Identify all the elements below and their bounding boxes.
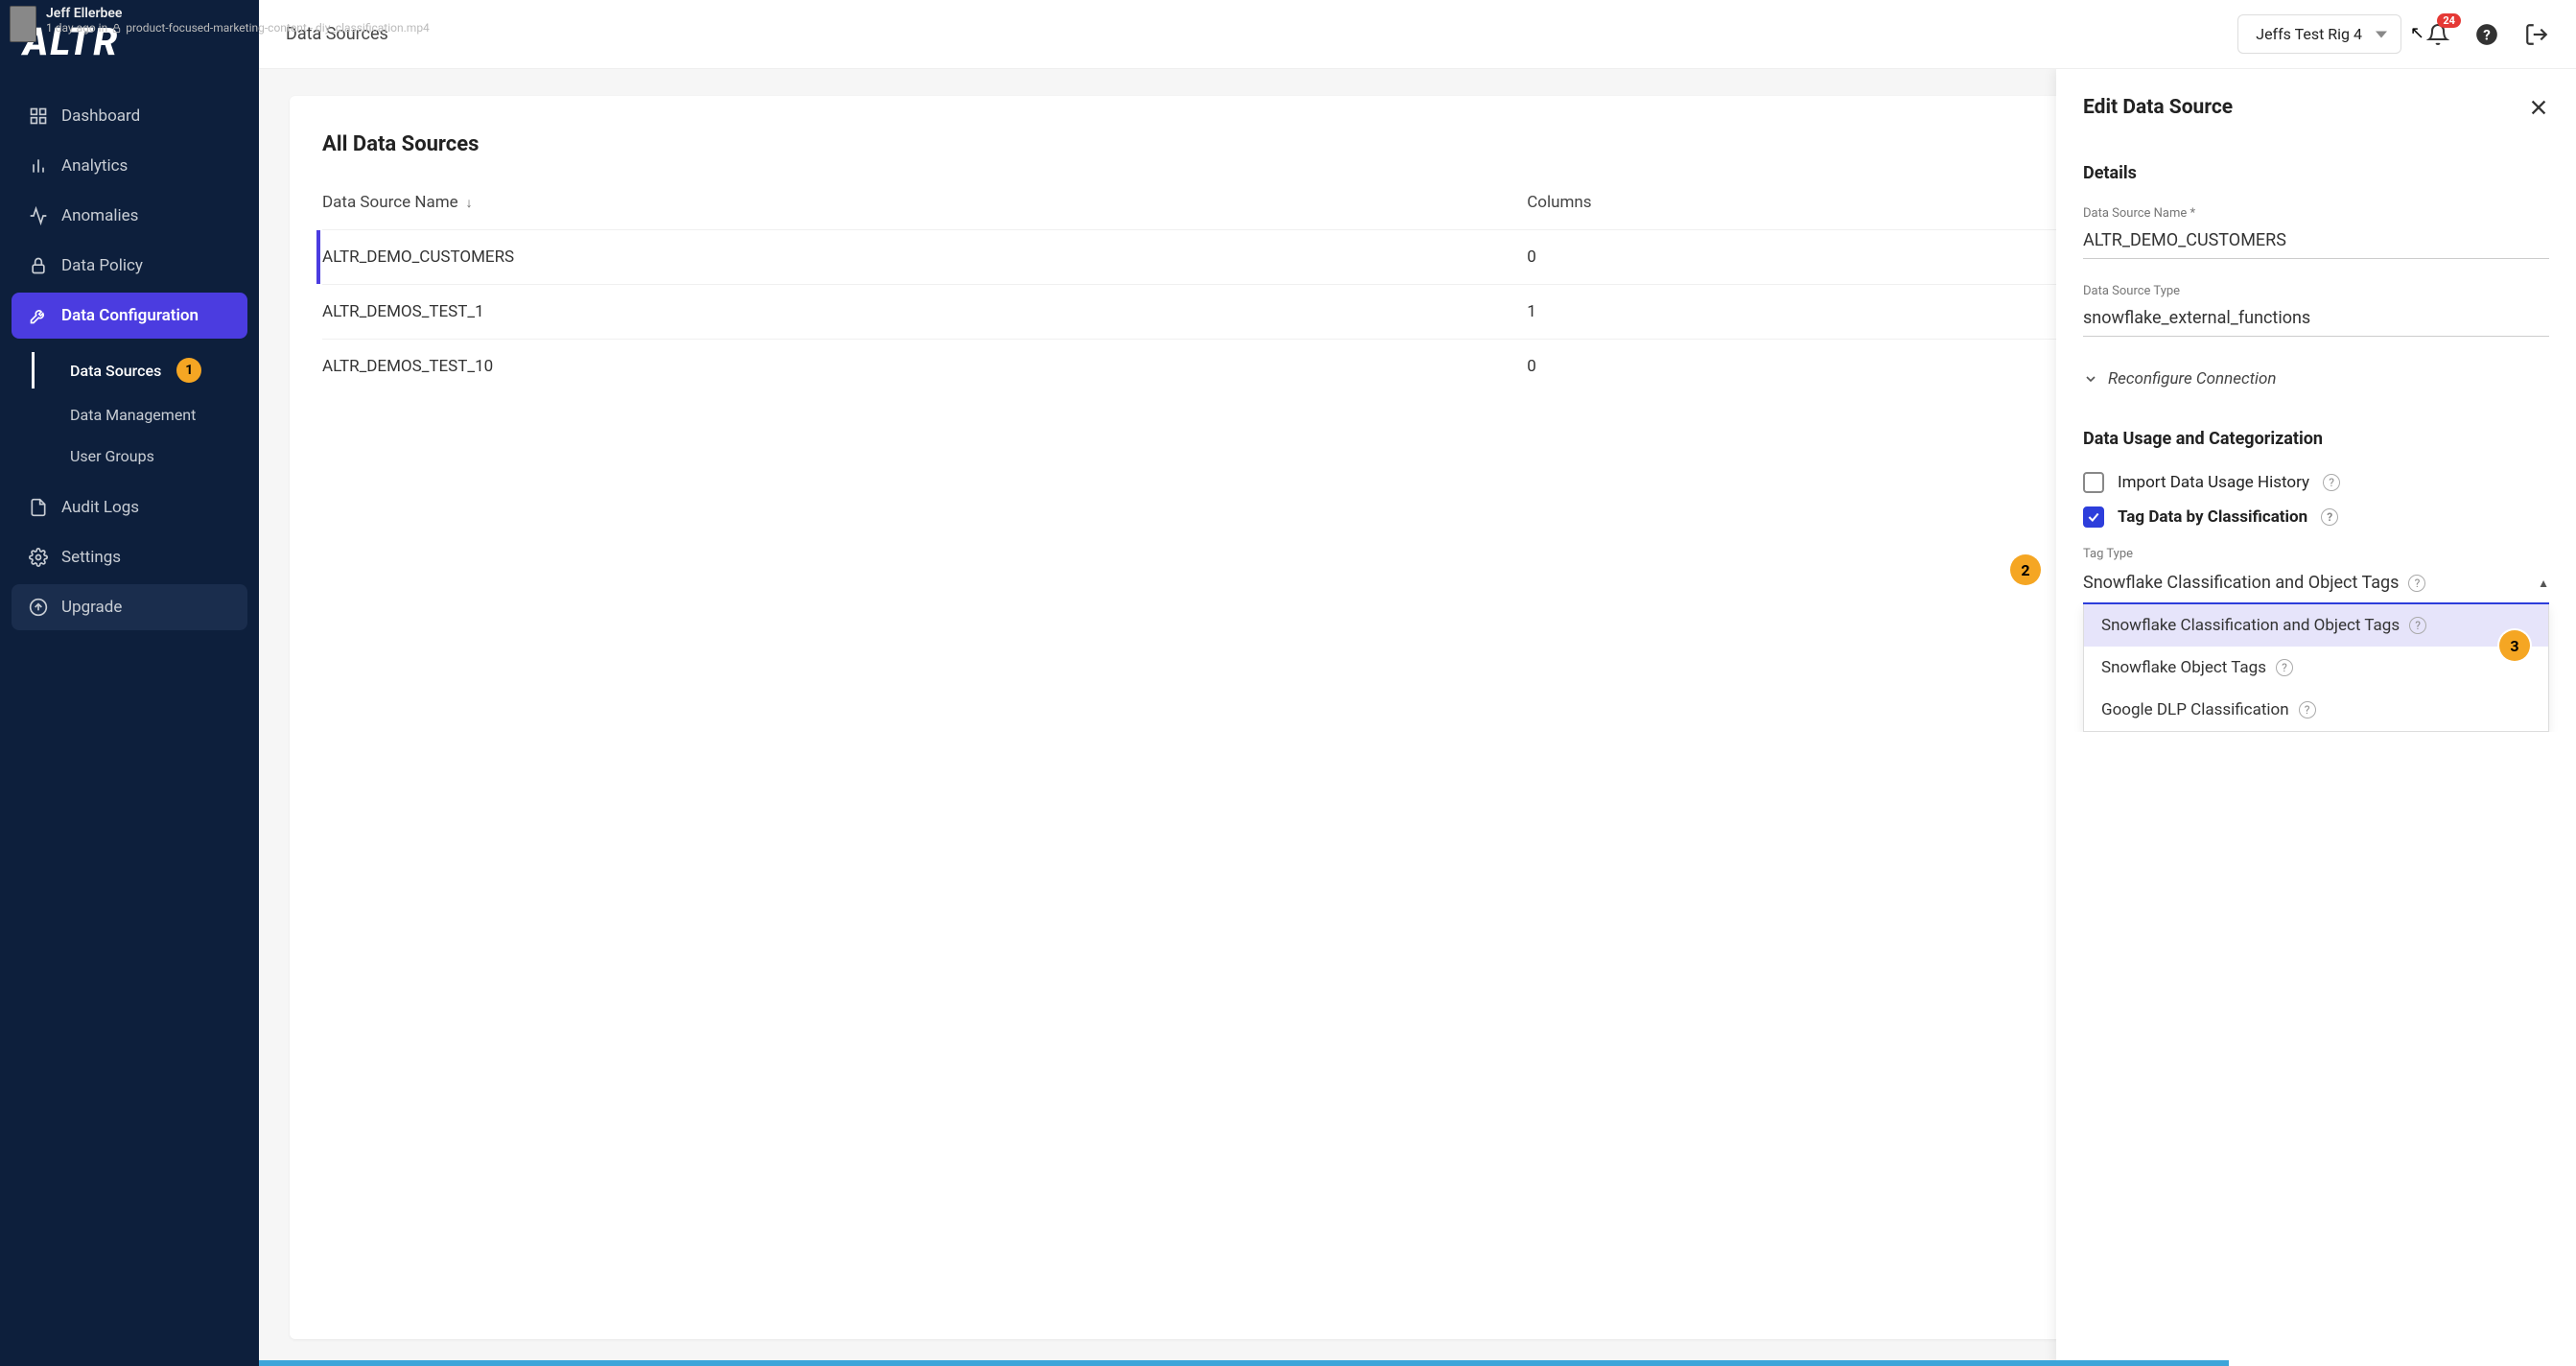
col-header-name[interactable]: Data Source Name ↓ bbox=[322, 193, 1527, 212]
logout-button[interactable] bbox=[2524, 22, 2549, 47]
step-badge-1: 1 bbox=[176, 358, 201, 383]
wrench-icon bbox=[29, 306, 48, 325]
subnav-label: Data Sources bbox=[70, 362, 161, 380]
cell-name: ALTR_DEMO_CUSTOMERS bbox=[322, 247, 1527, 267]
tag-type-select[interactable]: Snowflake Classification and Object Tags… bbox=[2083, 567, 2549, 604]
help-icon[interactable]: ? bbox=[2276, 659, 2293, 676]
subnav-data-sources[interactable]: Data Sources 1 bbox=[32, 346, 247, 394]
chevron-up-icon: ▲ bbox=[2538, 577, 2549, 590]
reconfigure-toggle[interactable]: Reconfigure Connection bbox=[2083, 362, 2549, 413]
field-label: Data Source Type bbox=[2083, 284, 2549, 298]
nav-label: Analytics bbox=[61, 156, 128, 176]
help-icon[interactable]: ? bbox=[2409, 617, 2426, 634]
col-header-columns[interactable]: Columns bbox=[1527, 193, 1965, 212]
import-history-checkbox[interactable] bbox=[2083, 472, 2104, 493]
step-badge-3: 3 bbox=[2499, 630, 2530, 661]
close-icon bbox=[2528, 97, 2549, 118]
details-heading: Details bbox=[2083, 163, 2549, 183]
sort-down-icon: ↓ bbox=[466, 195, 473, 211]
nav: Dashboard Analytics Anomalies Data Polic… bbox=[0, 93, 259, 630]
dropdown-option[interactable]: Google DLP Classification ? bbox=[2084, 689, 2548, 731]
subnav-label: Data Management bbox=[70, 406, 196, 424]
step-badge-2: 2 bbox=[2010, 554, 2041, 585]
help-icon: ? bbox=[2474, 22, 2499, 47]
nav-label: Audit Logs bbox=[61, 498, 139, 517]
tag-by-classification-row: Tag Data by Classification ? bbox=[2083, 506, 2549, 528]
nav-data-policy[interactable]: Data Policy bbox=[12, 243, 247, 289]
select-value: Snowflake Classification and Object Tags bbox=[2083, 573, 2399, 593]
content-area: All Data Sources Data Source Name ↓ Colu… bbox=[259, 69, 2576, 1366]
help-icon[interactable]: ? bbox=[2299, 701, 2316, 718]
rig-label: Jeffs Test Rig 4 bbox=[2256, 25, 2362, 43]
cell-columns: 0 bbox=[1527, 357, 1965, 376]
dropdown-option[interactable]: Snowflake Classification and Object Tags… bbox=[2084, 604, 2548, 647]
nav-settings[interactable]: Settings bbox=[12, 534, 247, 580]
close-button[interactable] bbox=[2528, 97, 2549, 118]
import-history-row: Import Data Usage History ? bbox=[2083, 472, 2549, 493]
edit-panel: Edit Data Source Details Data Source Nam… bbox=[2056, 69, 2576, 1366]
help-icon[interactable]: ? bbox=[2408, 575, 2425, 592]
rig-selector[interactable]: Jeffs Test Rig 4 bbox=[2237, 14, 2401, 54]
checkbox-label: Tag Data by Classification bbox=[2118, 507, 2307, 527]
ds-name-input[interactable]: ALTR_DEMO_CUSTOMERS bbox=[2083, 226, 2549, 259]
help-button[interactable]: ? bbox=[2474, 22, 2499, 47]
subnav-user-groups[interactable]: User Groups bbox=[32, 436, 247, 477]
gear-icon bbox=[29, 548, 48, 567]
tag-classification-checkbox[interactable] bbox=[2083, 506, 2104, 528]
sidebar: ALTR Dashboard Analytics Anomalies Data … bbox=[0, 0, 259, 1366]
breadcrumb: Data Sources bbox=[286, 24, 388, 44]
subnav: Data Sources 1 Data Management User Grou… bbox=[29, 346, 247, 477]
notification-count: 24 bbox=[2437, 13, 2461, 28]
nav-label: Data Policy bbox=[61, 256, 143, 275]
field-label: Data Source Name * bbox=[2083, 206, 2549, 221]
upgrade-icon bbox=[29, 598, 48, 617]
nav-audit-logs[interactable]: Audit Logs bbox=[12, 484, 247, 530]
nav-upgrade[interactable]: Upgrade bbox=[12, 584, 247, 630]
nav-label: Data Configuration bbox=[61, 306, 199, 325]
panel-title: Edit Data Source bbox=[2083, 96, 2233, 119]
cell-name: ALTR_DEMOS_TEST_10 bbox=[322, 357, 1527, 376]
logo: ALTR bbox=[0, 0, 259, 93]
nav-label: Dashboard bbox=[61, 106, 140, 126]
topbar: Data Sources Jeffs Test Rig 4 24 ? ↖ bbox=[259, 0, 2576, 69]
nav-analytics[interactable]: Analytics bbox=[12, 143, 247, 189]
dropdown-option[interactable]: Snowflake Object Tags ? bbox=[2084, 647, 2548, 689]
subnav-data-management[interactable]: Data Management bbox=[32, 394, 247, 436]
main: Data Sources Jeffs Test Rig 4 24 ? ↖ All… bbox=[259, 0, 2576, 1366]
nav-label: Settings bbox=[61, 548, 121, 567]
dashboard-icon bbox=[29, 106, 48, 126]
checkbox-label: Import Data Usage History bbox=[2118, 473, 2309, 492]
cell-columns: 0 bbox=[1527, 247, 1965, 267]
subnav-label: User Groups bbox=[70, 447, 154, 465]
tag-type-dropdown: Snowflake Classification and Object Tags… bbox=[2083, 604, 2549, 732]
nav-anomalies[interactable]: Anomalies bbox=[12, 193, 247, 239]
anomalies-icon bbox=[29, 206, 48, 225]
cell-name: ALTR_DEMOS_TEST_1 bbox=[322, 302, 1527, 321]
svg-text:?: ? bbox=[2483, 26, 2491, 43]
lock-icon bbox=[29, 256, 48, 275]
tag-type-label: Tag Type bbox=[2083, 547, 2549, 561]
file-icon bbox=[29, 498, 48, 517]
help-icon[interactable]: ? bbox=[2321, 508, 2338, 526]
cell-columns: 1 bbox=[1527, 302, 1965, 321]
notification-bell[interactable]: 24 bbox=[2426, 23, 2449, 46]
nav-label: Anomalies bbox=[61, 206, 138, 225]
analytics-icon bbox=[29, 156, 48, 176]
field-ds-type: Data Source Type snowflake_external_func… bbox=[2083, 284, 2549, 337]
chevron-down-icon bbox=[2083, 371, 2098, 387]
help-icon[interactable]: ? bbox=[2323, 474, 2340, 491]
usage-heading: Data Usage and Categorization bbox=[2083, 429, 2549, 449]
nav-label: Upgrade bbox=[61, 598, 122, 617]
video-progress-bar[interactable] bbox=[259, 1360, 2229, 1366]
nav-dashboard[interactable]: Dashboard bbox=[12, 93, 247, 139]
nav-data-configuration[interactable]: Data Configuration bbox=[12, 293, 247, 339]
field-ds-name: Data Source Name * ALTR_DEMO_CUSTOMERS bbox=[2083, 206, 2549, 259]
ds-type-input[interactable]: snowflake_external_functions bbox=[2083, 304, 2549, 337]
check-icon bbox=[2087, 510, 2100, 524]
logout-icon bbox=[2524, 22, 2549, 47]
